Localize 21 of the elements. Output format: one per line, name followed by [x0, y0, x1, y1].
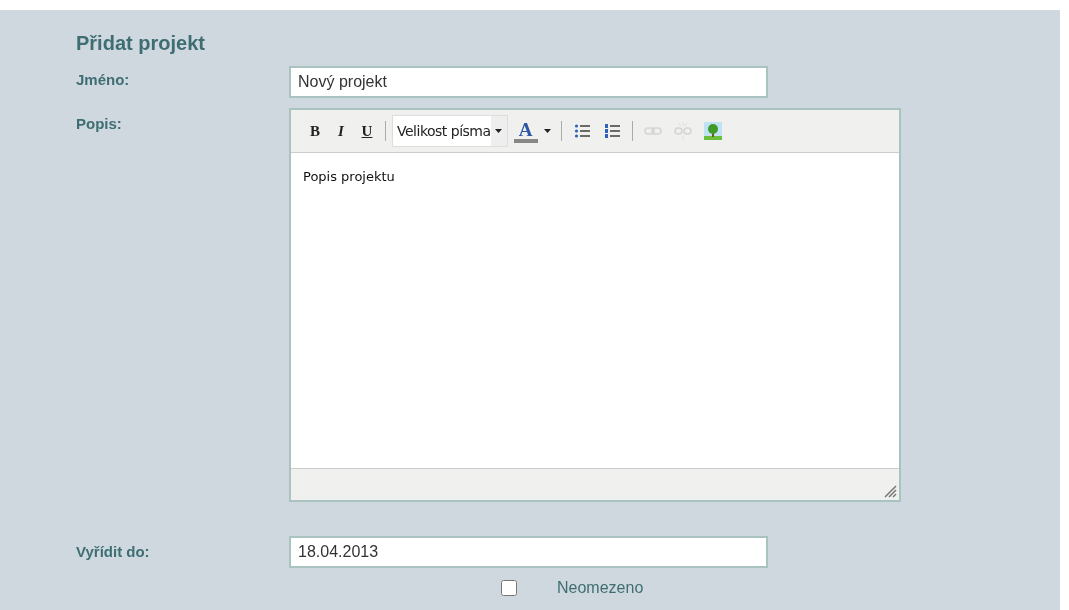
field-label: Popis:: [76, 114, 123, 134]
tree-picture-icon: [703, 122, 722, 140]
underline-button[interactable]: U: [355, 119, 379, 143]
font-size-dropdown[interactable]: Velikost písma: [392, 115, 508, 147]
caret-icon: [495, 129, 503, 133]
editor-text: Popis projektu: [303, 168, 396, 186]
text-color-button[interactable]: A: [509, 117, 555, 145]
field-label: Jméno:: [76, 70, 131, 90]
bulleted-list-icon: [573, 123, 590, 139]
broken-link-icon: [673, 122, 692, 140]
field-label: Vyřídit do:: [76, 542, 151, 562]
unlimited-checkbox[interactable]: [501, 580, 517, 596]
bold-button[interactable]: B: [303, 119, 327, 143]
form-title: Přidat projekt: [76, 31, 206, 56]
numbered-list-icon: [603, 123, 620, 139]
checkbox-label: Neomezeno: [557, 578, 644, 598]
italic-button[interactable]: I: [329, 119, 353, 143]
due-date-input-field[interactable]: 18.04.2013: [289, 536, 768, 568]
caret-icon: [543, 129, 551, 133]
name-input-field[interactable]: Nový projekt: [289, 66, 768, 98]
resize-handle-icon: [883, 484, 897, 498]
